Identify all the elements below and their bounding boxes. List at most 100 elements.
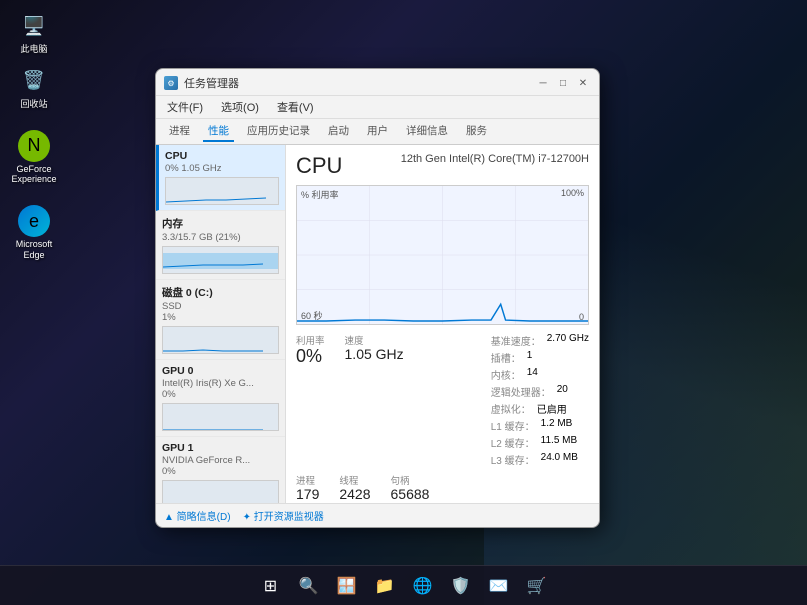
cpu-graph-svg [297,186,588,324]
title-bar-left: ⚙ 任务管理器 [164,75,239,91]
title-bar: ⚙ 任务管理器 ─ □ ✕ [156,69,599,96]
cpu-model: 12th Gen Intel(R) Core(TM) i7-12700H [401,153,589,165]
disk-mini-graph [162,326,279,354]
l2-label: L2 缓存： [491,435,535,450]
sockets-value: 1 [527,350,533,365]
menu-view[interactable]: 查看(V) [274,98,317,116]
sidebar-item-memory[interactable]: 内存 3.3/15.7 GB (21%) [156,211,285,280]
sidebar-memory-title: 内存 [162,216,279,231]
sockets-label: 插槽： [491,350,521,365]
sidebar-gpu0-subtitle: Intel(R) Iris(R) Xe G...0% [162,378,279,400]
base-speed-label: 基准速度： [491,333,541,348]
icon-edge[interactable]: e Microsoft Edge [8,205,60,261]
taskbar-search[interactable]: 🔍 [293,570,325,602]
menu-file[interactable]: 文件(F) [164,98,206,116]
tab-app-history[interactable]: 应用历史记录 [242,121,315,142]
tab-details[interactable]: 详细信息 [401,121,453,142]
l2-value: 11.5 MB [541,435,578,450]
tab-startup[interactable]: 启动 [323,121,354,142]
taskbar-start[interactable]: ⊞ [255,570,287,602]
processes-label: 进程 [296,473,319,487]
sidebar-memory-subtitle: 3.3/15.7 GB (21%) [162,232,279,243]
recycle-icon: 🗑️ [18,65,50,97]
tabs-bar: 进程 性能 应用历史记录 启动 用户 详细信息 服务 [156,119,599,145]
icon-recycle[interactable]: 🗑️ 回收站 [8,65,60,110]
taskbar-widgets[interactable]: 🪟 [331,570,363,602]
window-controls: ─ □ ✕ [535,75,591,91]
speed-label: 速度 [345,333,404,347]
close-button[interactable]: ✕ [575,75,591,91]
memory-mini-graph-svg [163,247,278,273]
right-panel: CPU 12th Gen Intel(R) Core(TM) i7-12700H… [286,145,599,503]
processes-value: 179 [296,487,319,502]
edge-icon: e [18,205,50,237]
taskbar-store[interactable]: 🛒 [521,570,553,602]
icon-computer[interactable]: 🖥️ 此电脑 [8,10,60,55]
open-resource-monitor-button[interactable]: ✦ 打开资源监视器 [243,508,324,523]
cpu-mini-graph-svg [166,178,278,204]
taskbar-files[interactable]: 📁 [369,570,401,602]
stat-processes: 进程 179 [296,473,319,502]
gpu0-mini-graph-svg [163,404,278,430]
fewer-details-label: ▲ 简略信息(D) [164,508,231,523]
graph-100-label: 100% [561,188,584,198]
sidebar-gpu1-subtitle: NVIDIA GeForce R...0% [162,455,279,477]
taskbar-edge[interactable]: 🌐 [407,570,439,602]
cpu-mini-graph [165,177,279,205]
sidebar: CPU 0% 1.05 GHz 内存 3.3/15.7 GB (21%) [156,145,286,503]
handles-label: 句柄 [391,473,430,487]
cores-value: 14 [527,367,538,382]
stats-main: 利用率 0% 速度 1.05 GHz 基准速度： 2.70 GHz [296,333,589,467]
sidebar-item-gpu0[interactable]: GPU 0 Intel(R) Iris(R) Xe G...0% [156,360,285,437]
cpu-header: CPU 12th Gen Intel(R) Core(TM) i7-12700H [296,153,589,179]
sidebar-item-gpu1[interactable]: GPU 1 NVIDIA GeForce R...0% [156,437,285,503]
virt-label: 虚拟化： [491,401,531,416]
stat-utilization: 利用率 0% [296,333,325,467]
sidebar-cpu-subtitle: 0% 1.05 GHz [165,163,279,174]
pth-row: 进程 179 线程 2428 句柄 65688 [296,473,589,502]
edge-label: Microsoft Edge [8,239,60,261]
maximize-button[interactable]: □ [555,75,571,91]
sidebar-item-cpu[interactable]: CPU 0% 1.05 GHz [156,145,285,211]
minimize-button[interactable]: ─ [535,75,551,91]
tab-processes[interactable]: 进程 [164,121,195,142]
graph-0-label: 0 [579,312,584,322]
sidebar-gpu1-title: GPU 1 [162,442,279,454]
stats-left: 利用率 0% 速度 1.05 GHz [296,333,404,467]
stat-speed: 速度 1.05 GHz [345,333,404,467]
threads-label: 线程 [339,473,370,487]
tab-services[interactable]: 服务 [461,121,492,142]
geforce-icon: N [18,130,50,162]
virt-value: 已启用 [537,401,567,416]
graph-util-label: % 利用率 [301,188,339,201]
sidebar-item-disk[interactable]: 磁盘 0 (C:) SSD1% [156,280,285,360]
sidebar-cpu-title: CPU [165,150,279,162]
menu-bar: 文件(F) 选项(O) 查看(V) [156,96,599,119]
taskbar-security[interactable]: 🛡️ [445,570,477,602]
taskmanager-icon: ⚙ [164,76,178,90]
menu-options[interactable]: 选项(O) [218,98,262,116]
desktop: 🖥️ 此电脑 🗑️ 回收站 N GeForce Experience e Mic… [0,0,807,605]
taskbar: ⊞ 🔍 🪟 📁 🌐 🛡️ ✉️ 🛒 [0,565,807,605]
l3-label: L3 缓存： [491,452,535,467]
main-content: CPU 0% 1.05 GHz 内存 3.3/15.7 GB (21%) [156,145,599,503]
stat-handles: 句柄 65688 [391,473,430,502]
handles-value: 65688 [391,487,430,502]
disk-mini-graph-svg [163,327,278,353]
memory-mini-graph [162,246,279,274]
cpu-graph: % 利用率 100% 0 60 秒 [296,185,589,325]
recycle-label: 回收站 [20,99,47,110]
computer-icon: 🖥️ [18,10,50,42]
l3-value: 24.0 MB [541,452,578,467]
threads-value: 2428 [339,487,370,502]
desktop-icons: 🖥️ 此电脑 🗑️ 回收站 N GeForce Experience e Mic… [8,10,60,261]
util-value: 0% [296,347,325,367]
tab-users[interactable]: 用户 [362,121,393,142]
sidebar-disk-subtitle: SSD1% [162,301,279,323]
l1-label: L1 缓存： [491,418,535,433]
util-label: 利用率 [296,333,325,347]
icon-geforce[interactable]: N GeForce Experience [8,130,60,186]
taskbar-mail[interactable]: ✉️ [483,570,515,602]
tab-performance[interactable]: 性能 [203,121,234,142]
fewer-details-button[interactable]: ▲ 简略信息(D) [164,508,231,523]
